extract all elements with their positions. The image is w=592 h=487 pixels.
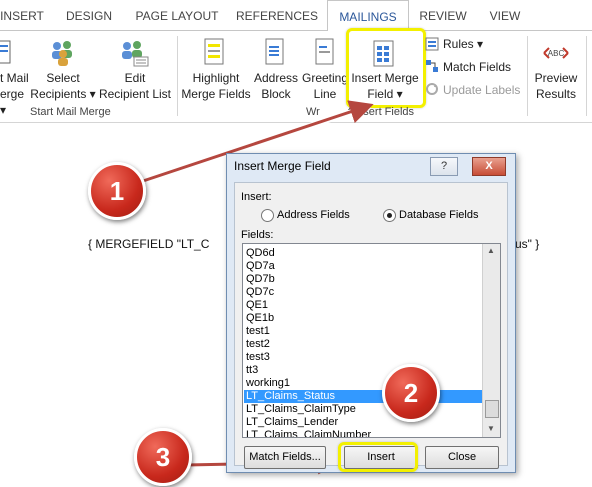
list-item[interactable]: QE1b bbox=[246, 312, 274, 325]
list-item[interactable]: LT_Claims_ClaimType bbox=[246, 403, 356, 416]
list-item[interactable]: QD7c bbox=[246, 286, 274, 299]
help-button[interactable]: ? bbox=[430, 157, 458, 176]
step-2-badge: 2 bbox=[382, 364, 440, 422]
insert-merge-field-dialog: Insert Merge Field ? X Insert: Address F… bbox=[226, 153, 516, 473]
insert-label: Insert: bbox=[241, 191, 272, 203]
list-item[interactable]: LT_Claims_ClaimNumber bbox=[246, 429, 371, 437]
address-fields-radio[interactable] bbox=[261, 209, 274, 222]
fields-listbox[interactable]: QD6d QD7a QD7b QD7c QE1 QE1b test1 test2… bbox=[242, 243, 501, 438]
database-fields-label[interactable]: Database Fields bbox=[399, 209, 479, 221]
match-fields-dialog-button[interactable]: Match Fields... bbox=[244, 446, 326, 469]
radio-selected-dot bbox=[387, 213, 392, 218]
fields-label: Fields: bbox=[241, 229, 274, 241]
list-item[interactable]: test1 bbox=[246, 325, 270, 338]
list-item[interactable]: LT_Claims_Lender bbox=[246, 416, 338, 429]
scroll-down-icon[interactable]: ▼ bbox=[487, 424, 495, 433]
step-1-badge: 1 bbox=[88, 162, 146, 220]
list-item[interactable]: QE1 bbox=[246, 299, 268, 312]
list-item[interactable]: working1 bbox=[246, 377, 290, 390]
list-item[interactable]: QD7a bbox=[246, 260, 275, 273]
list-item[interactable]: tt3 bbox=[246, 364, 258, 377]
list-item-selected[interactable]: LT_Claims_Status bbox=[244, 390, 483, 403]
list-item[interactable]: QD6d bbox=[246, 247, 275, 260]
insert-button-highlight bbox=[338, 442, 418, 472]
scroll-up-icon[interactable]: ▲ bbox=[487, 246, 495, 255]
list-item[interactable]: test3 bbox=[246, 351, 270, 364]
close-icon[interactable]: X bbox=[472, 157, 506, 176]
scroll-thumb[interactable] bbox=[485, 400, 499, 418]
step-3-badge: 3 bbox=[134, 428, 192, 486]
close-dialog-button[interactable]: Close bbox=[425, 446, 499, 469]
dialog-body: Insert: Address Fields Database Fields F… bbox=[234, 182, 508, 469]
database-fields-radio[interactable] bbox=[383, 209, 396, 222]
list-item[interactable]: QD7b bbox=[246, 273, 275, 286]
address-fields-label[interactable]: Address Fields bbox=[277, 209, 350, 221]
list-item[interactable]: test2 bbox=[246, 338, 270, 351]
dialog-title: Insert Merge Field bbox=[234, 159, 331, 173]
listbox-scrollbar[interactable]: ▲ ▼ bbox=[482, 244, 500, 437]
